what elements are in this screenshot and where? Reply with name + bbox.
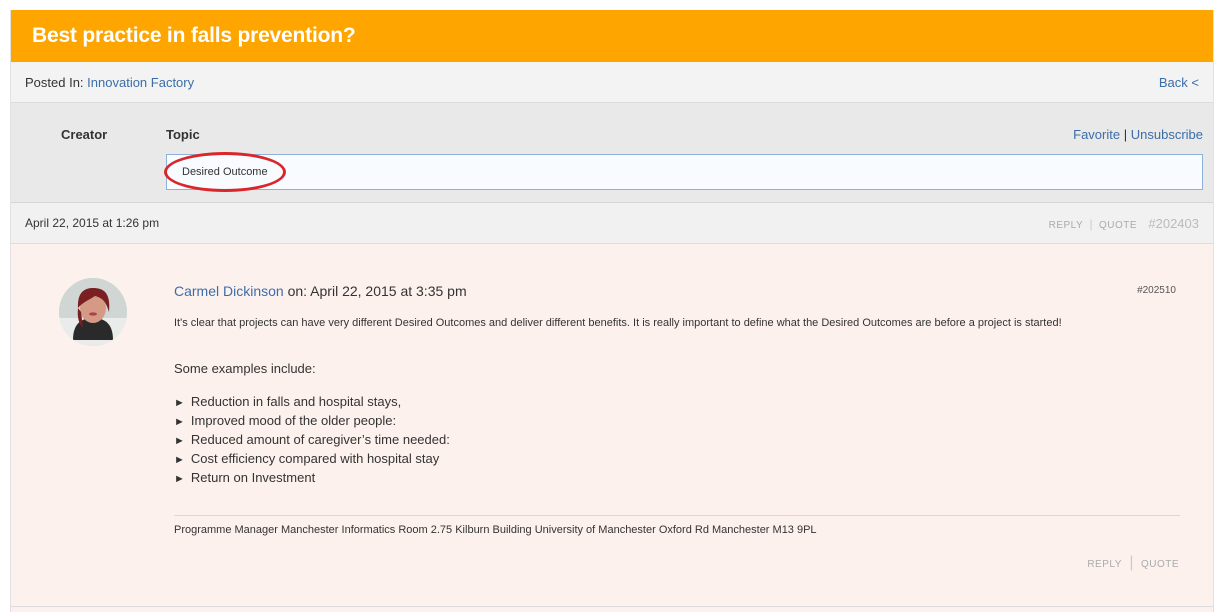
topic-title-bar: Best practice in falls prevention? (11, 10, 1213, 62)
action-divider: | (1089, 216, 1093, 231)
topic-field: Desired Outcome (166, 154, 1203, 190)
list-item: Return on Investment (174, 468, 450, 487)
posted-in-label: Posted In: (25, 74, 84, 90)
reply-author-line: Carmel Dickinson on: April 22, 2015 at 3… (174, 283, 467, 299)
quote-link[interactable]: QUOTE (1099, 220, 1137, 231)
topic-title: Best practice in falls prevention? (32, 24, 356, 47)
quote-link[interactable]: QUOTE (1141, 559, 1179, 570)
action-divider: | (1129, 554, 1134, 571)
author-signature: Programme Manager Manchester Informatics… (174, 524, 817, 536)
unsubscribe-link[interactable]: Unsubscribe (1131, 127, 1203, 142)
reply-link[interactable]: REPLY (1087, 559, 1122, 570)
bottom-divider (11, 606, 1213, 607)
examples-list: Reduction in falls and hospital stays, I… (174, 392, 450, 487)
avatar-image (59, 278, 127, 346)
list-item: Cost efficiency compared with hospital s… (174, 449, 450, 468)
reply-body: It's clear that projects can have very d… (174, 317, 1062, 329)
list-item: Reduction in falls and hospital stays, (174, 392, 450, 411)
favorite-link[interactable]: Favorite (1073, 127, 1120, 142)
examples-intro: Some examples include: (174, 361, 316, 376)
reply-link[interactable]: REPLY (1049, 220, 1084, 231)
first-post-actions: REPLY | QUOTE #202403 (1049, 216, 1199, 231)
first-post-date: April 22, 2015 at 1:26 pm (25, 216, 160, 230)
list-item: Reduced amount of caregiver’s time neede… (174, 430, 450, 449)
first-post-meta: April 22, 2015 at 1:26 pm REPLY | QUOTE … (11, 203, 1213, 244)
topic-header: Creator Topic Favorite | Unsubscribe Des… (11, 103, 1213, 203)
topic-value: Desired Outcome (182, 166, 268, 178)
posted-in: Posted In: Innovation Factory (25, 75, 194, 90)
reply-date: on: April 22, 2015 at 3:35 pm (287, 283, 467, 299)
author-avatar[interactable] (59, 278, 127, 346)
first-post-permalink[interactable]: #202403 (1148, 216, 1199, 231)
forum-topic-page: Best practice in falls prevention? Poste… (10, 10, 1214, 612)
author-link[interactable]: Carmel Dickinson (174, 283, 284, 299)
forum-link[interactable]: Innovation Factory (87, 75, 194, 90)
list-item: Improved mood of the older people: (174, 411, 450, 430)
creator-column-header: Creator (61, 127, 108, 142)
reply-post: Carmel Dickinson on: April 22, 2015 at 3… (11, 244, 1213, 612)
subscription-links: Favorite | Unsubscribe (1073, 127, 1203, 142)
topic-column-header: Topic (166, 127, 200, 142)
signature-divider (174, 515, 1180, 516)
reply-permalink[interactable]: #202510 (1137, 285, 1176, 296)
reply-actions: REPLY | QUOTE (1087, 554, 1179, 572)
link-divider: | (1123, 127, 1128, 142)
back-link[interactable]: Back < (1159, 75, 1199, 90)
posted-in-row: Posted In: Innovation Factory Back < (11, 62, 1213, 103)
